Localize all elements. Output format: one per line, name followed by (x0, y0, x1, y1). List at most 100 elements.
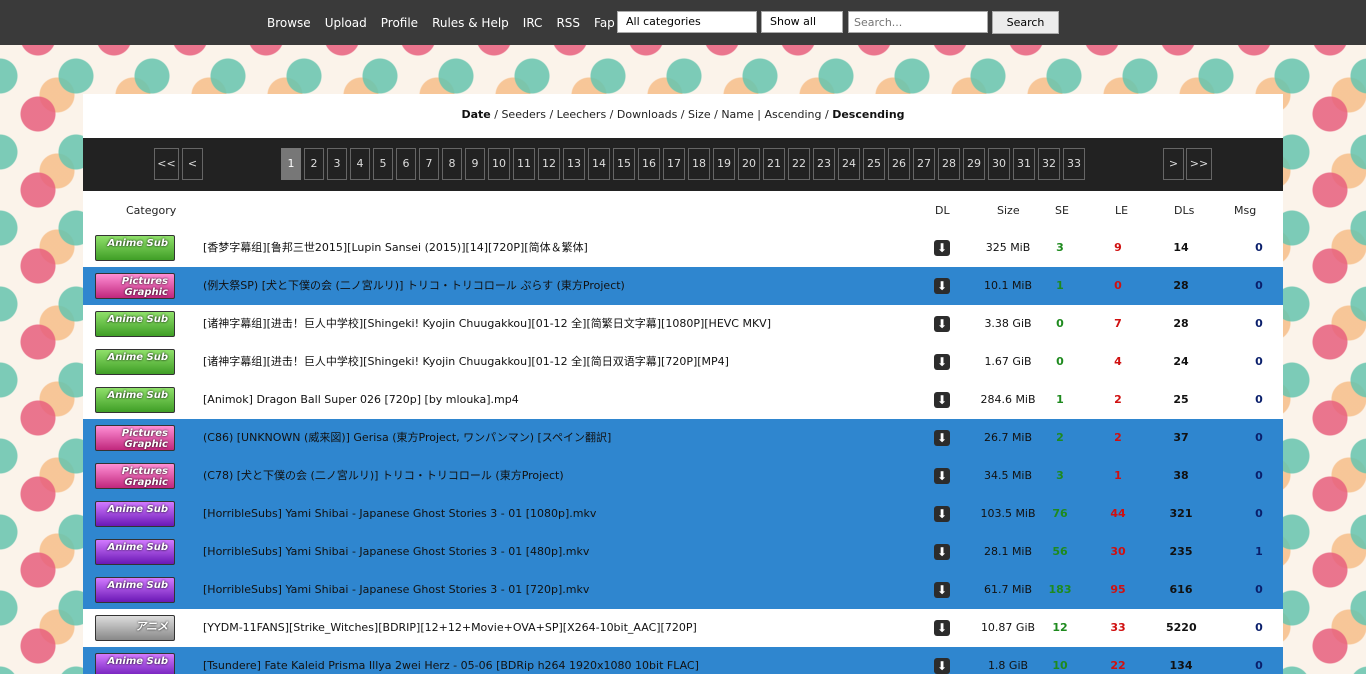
sort-ascending[interactable]: Ascending (764, 108, 821, 121)
torrent-title[interactable]: [诸神字幕组][进击！巨人中学校][Shingeki! Kyojin Chuug… (203, 343, 729, 381)
page-9-button[interactable]: 9 (465, 148, 485, 180)
torrent-title[interactable]: [HorribleSubs] Yami Shibai - Japanese Gh… (203, 533, 589, 571)
download-icon[interactable]: ⬇ (934, 278, 950, 294)
page-33-button[interactable]: 33 (1063, 148, 1085, 180)
nav-link-rss[interactable]: RSS (556, 16, 580, 30)
torrent-title[interactable]: [HorribleSubs] Yami Shibai - Japanese Gh… (203, 571, 589, 609)
sort-seeders[interactable]: Seeders (501, 108, 546, 121)
sort-downloads[interactable]: Downloads (617, 108, 677, 121)
category-badge[interactable]: アニメ (95, 615, 175, 641)
page-5-button[interactable]: 5 (373, 148, 393, 180)
category-badge[interactable]: Anime Sub (95, 653, 175, 674)
torrent-title[interactable]: [诸神字幕组][进击！巨人中学校][Shingeki! Kyojin Chuug… (203, 305, 771, 343)
last-page-button[interactable]: >> (1186, 148, 1212, 180)
category-badge[interactable]: Anime Sub (95, 577, 175, 603)
torrent-title[interactable]: (C86) [UNKNOWN (威来図)] Gerisa (東方Project,… (203, 419, 611, 457)
page-7-button[interactable]: 7 (419, 148, 439, 180)
page-29-button[interactable]: 29 (963, 148, 985, 180)
category-badge[interactable]: Anime Sub (95, 235, 175, 261)
download-icon[interactable]: ⬇ (934, 392, 950, 408)
message-count[interactable]: 0 (1244, 305, 1274, 343)
category-badge[interactable]: Anime Sub (95, 311, 175, 337)
page-20-button[interactable]: 20 (738, 148, 760, 180)
torrent-title[interactable]: (例大祭SP) [犬と下僕の会 (二ノ宮ルリ)] トリコ・トリコロール ぷらす … (203, 267, 625, 305)
page-16-button[interactable]: 16 (638, 148, 660, 180)
download-icon[interactable]: ⬇ (934, 430, 950, 446)
page-26-button[interactable]: 26 (888, 148, 910, 180)
message-count[interactable]: 0 (1244, 381, 1274, 419)
page-13-button[interactable]: 13 (563, 148, 585, 180)
category-badge[interactable]: Anime Sub (95, 539, 175, 565)
first-page-button[interactable]: << (154, 148, 179, 180)
page-10-button[interactable]: 10 (488, 148, 510, 180)
page-21-button[interactable]: 21 (763, 148, 785, 180)
page-8-button[interactable]: 8 (442, 148, 462, 180)
page-4-button[interactable]: 4 (350, 148, 370, 180)
page-27-button[interactable]: 27 (913, 148, 935, 180)
torrent-title[interactable]: (C78) [犬と下僕の会 (二ノ宮ルリ)] トリコ・トリコロール (東方Pro… (203, 457, 564, 495)
prev-page-button[interactable]: < (182, 148, 203, 180)
page-11-button[interactable]: 11 (513, 148, 535, 180)
category-select[interactable]: All categories (617, 11, 757, 33)
page-14-button[interactable]: 14 (588, 148, 610, 180)
category-badge[interactable]: Pictures Graphic (95, 273, 175, 299)
sort-descending[interactable]: Descending (832, 108, 904, 121)
torrent-title[interactable]: [香梦字幕组][鲁邦三世2015][Lupin Sansei (2015)][1… (203, 229, 588, 267)
page-17-button[interactable]: 17 (663, 148, 685, 180)
download-icon[interactable]: ⬇ (934, 468, 950, 484)
page-22-button[interactable]: 22 (788, 148, 810, 180)
page-28-button[interactable]: 28 (938, 148, 960, 180)
torrent-title[interactable]: [HorribleSubs] Yami Shibai - Japanese Gh… (203, 495, 596, 533)
category-badge[interactable]: Anime Sub (95, 501, 175, 527)
message-count[interactable]: 0 (1244, 267, 1274, 305)
next-page-button[interactable]: > (1163, 148, 1184, 180)
message-count[interactable]: 0 (1244, 571, 1274, 609)
download-icon[interactable]: ⬇ (934, 506, 950, 522)
page-2-button[interactable]: 2 (304, 148, 324, 180)
message-count[interactable]: 0 (1244, 647, 1274, 674)
message-count[interactable]: 0 (1244, 229, 1274, 267)
sort-size[interactable]: Size (688, 108, 711, 121)
search-button[interactable]: Search (992, 11, 1059, 34)
header-size[interactable]: Size (997, 204, 1020, 217)
nav-link-upload[interactable]: Upload (325, 16, 367, 30)
message-count[interactable]: 0 (1244, 457, 1274, 495)
page-3-button[interactable]: 3 (327, 148, 347, 180)
category-badge[interactable]: Pictures Graphic (95, 425, 175, 451)
category-badge[interactable]: Anime Sub (95, 349, 175, 375)
category-badge[interactable]: Pictures Graphic (95, 463, 175, 489)
page-19-button[interactable]: 19 (713, 148, 735, 180)
page-18-button[interactable]: 18 (688, 148, 710, 180)
nav-link-profile[interactable]: Profile (381, 16, 418, 30)
download-icon[interactable]: ⬇ (934, 544, 950, 560)
page-1-button[interactable]: 1 (281, 148, 301, 180)
download-icon[interactable]: ⬇ (934, 620, 950, 636)
torrent-title[interactable]: [Tsundere] Fate Kaleid Prisma Illya 2wei… (203, 647, 699, 674)
message-count[interactable]: 1 (1244, 533, 1274, 571)
page-25-button[interactable]: 25 (863, 148, 885, 180)
torrent-title[interactable]: [YYDM-11FANS][Strike_Witches][BDRIP][12+… (203, 609, 697, 647)
sort-date[interactable]: Date (461, 108, 490, 121)
nav-link-rules-help[interactable]: Rules & Help (432, 16, 509, 30)
message-count[interactable]: 0 (1244, 343, 1274, 381)
download-icon[interactable]: ⬇ (934, 658, 950, 674)
message-count[interactable]: 0 (1244, 419, 1274, 457)
filter-select[interactable]: Show all (761, 11, 843, 33)
page-24-button[interactable]: 24 (838, 148, 860, 180)
category-badge[interactable]: Anime Sub (95, 387, 175, 413)
search-input[interactable] (848, 11, 988, 33)
sort-leechers[interactable]: Leechers (557, 108, 607, 121)
page-15-button[interactable]: 15 (613, 148, 635, 180)
page-30-button[interactable]: 30 (988, 148, 1010, 180)
header-category[interactable]: Category (126, 204, 176, 217)
message-count[interactable]: 0 (1244, 495, 1274, 533)
message-count[interactable]: 0 (1244, 609, 1274, 647)
header-le[interactable]: LE (1115, 204, 1128, 217)
torrent-title[interactable]: [Animok] Dragon Ball Super 026 [720p] [b… (203, 381, 519, 419)
page-31-button[interactable]: 31 (1013, 148, 1035, 180)
page-32-button[interactable]: 32 (1038, 148, 1060, 180)
download-icon[interactable]: ⬇ (934, 316, 950, 332)
page-12-button[interactable]: 12 (538, 148, 560, 180)
nav-link-browse[interactable]: Browse (267, 16, 311, 30)
page-6-button[interactable]: 6 (396, 148, 416, 180)
